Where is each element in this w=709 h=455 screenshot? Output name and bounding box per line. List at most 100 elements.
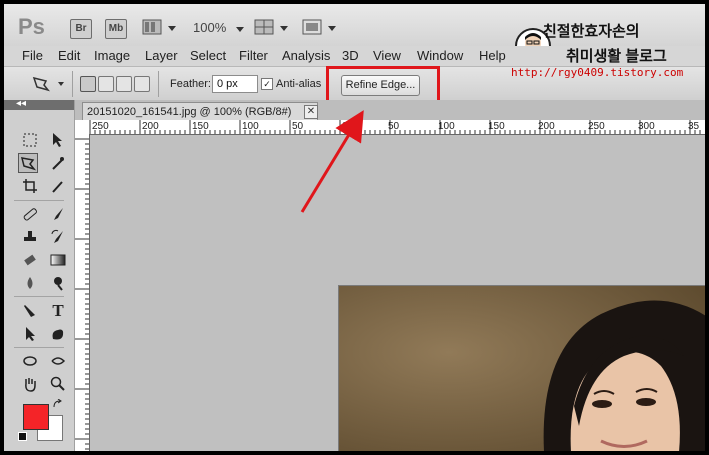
dodge-tool[interactable] <box>48 273 68 293</box>
screen-mode-button[interactable] <box>302 18 338 38</box>
move-icon <box>53 133 62 147</box>
menu-file[interactable]: File <box>22 48 43 63</box>
antialias-checkbox[interactable]: ✓ <box>261 78 273 90</box>
zoom-value: 100% <box>193 20 227 35</box>
subtract-from-selection-button[interactable] <box>116 76 132 92</box>
dodge-icon <box>54 277 63 291</box>
crop-tool[interactable] <box>20 176 40 196</box>
refine-edge-highlight <box>326 66 440 103</box>
clone-stamp-tool[interactable] <box>20 227 40 247</box>
path-arrow-icon <box>26 327 35 341</box>
move-tool[interactable] <box>48 130 68 150</box>
lasso-tool[interactable] <box>18 153 38 173</box>
menu-window[interactable]: Window <box>417 48 463 63</box>
photoshop-logo: Ps <box>18 14 45 39</box>
zoom-tool[interactable] <box>48 374 68 394</box>
magic-wand-icon <box>52 157 64 170</box>
blur-tool[interactable] <box>20 273 40 293</box>
arrange-documents-button[interactable] <box>254 18 290 38</box>
hand-tool[interactable] <box>20 374 40 394</box>
gradient-tool[interactable] <box>48 250 68 270</box>
shape-icon <box>52 329 64 340</box>
quick-selection-tool[interactable] <box>48 153 68 173</box>
eyedropper-tool[interactable] <box>48 176 68 196</box>
ruler-label: 0 <box>342 121 348 132</box>
document-tab[interactable]: 20151020_161541.jpg @ 100% (RGB/8#) ✕ <box>82 102 318 120</box>
swap-colors-icon[interactable] <box>53 396 63 414</box>
portrait-photo[interactable] <box>338 285 705 451</box>
divider <box>14 347 64 348</box>
menu-analysis[interactable]: Analysis <box>282 48 330 63</box>
tools-panel: ◂◂ T <box>4 98 75 451</box>
screen-mode-icon <box>302 19 336 35</box>
photoshop-window: Ps Br Mb 100% 친절한효자손의 File Edit Image La… <box>4 4 705 451</box>
history-brush-tool[interactable] <box>48 227 68 247</box>
healing-brush-tool[interactable] <box>20 204 40 224</box>
menu-edit[interactable]: Edit <box>58 48 80 63</box>
default-colors-icon[interactable] <box>18 432 27 441</box>
portrait-image <box>339 286 705 451</box>
new-selection-button[interactable] <box>80 76 96 92</box>
blog-name-line2: 취미생활 블로그 <box>566 48 667 65</box>
view-extras-button[interactable] <box>142 18 178 38</box>
ruler-label: 300 <box>638 121 655 132</box>
menu-view[interactable]: View <box>373 48 401 63</box>
eyedropper-icon <box>52 181 63 193</box>
type-icon: T <box>52 301 64 320</box>
bridge-button[interactable]: Br <box>70 19 92 39</box>
document-tab-bar: 20151020_161541.jpg @ 100% (RGB/8#) ✕ <box>75 100 705 120</box>
add-to-selection-button[interactable] <box>98 76 114 92</box>
feather-input[interactable]: 0 px <box>212 75 258 93</box>
custom-shape-tool[interactable] <box>48 324 68 344</box>
foreground-color-swatch[interactable] <box>23 404 49 430</box>
3d-rotate-tool[interactable] <box>20 351 40 371</box>
ruler-label: 35 <box>688 121 700 132</box>
gradient-icon <box>50 254 66 266</box>
pen-tool[interactable] <box>20 301 40 321</box>
blog-name-line1: 친절한효자손의 <box>543 23 640 40</box>
polygonal-lasso-icon <box>32 76 64 92</box>
mini-bridge-button[interactable]: Mb <box>105 19 127 39</box>
chevron-down-icon <box>235 27 244 32</box>
droplet-icon <box>27 277 33 289</box>
polygonal-lasso-icon <box>20 157 36 171</box>
arrange-documents-icon <box>254 19 288 35</box>
vertical-ruler[interactable] <box>75 134 90 451</box>
ruler-label: 250 <box>588 121 605 132</box>
document-tab-title: 20151020_161541.jpg @ 100% (RGB/8#) <box>87 106 292 118</box>
tools-panel-header[interactable]: ◂◂ <box>4 98 74 110</box>
ruler-label: 200 <box>142 121 159 132</box>
ruler-label: 250 <box>92 121 109 132</box>
path-selection-tool[interactable] <box>20 324 40 344</box>
menu-help[interactable]: Help <box>479 48 506 63</box>
marquee-icon <box>23 133 37 147</box>
menu-3d[interactable]: 3D <box>342 48 359 63</box>
options-bar: Feather: 0 px ✓ Anti-alias Refine Edge..… <box>4 66 705 103</box>
intersect-selection-button[interactable] <box>134 76 150 92</box>
divider <box>158 71 159 97</box>
zoom-level[interactable]: 100% <box>193 20 244 35</box>
menu-layer[interactable]: Layer <box>145 48 178 63</box>
3d-orbit-tool[interactable] <box>48 351 68 371</box>
menu-select[interactable]: Select <box>190 48 226 63</box>
marquee-tool[interactable] <box>20 130 40 150</box>
bandage-icon <box>23 208 37 221</box>
divider <box>72 71 73 97</box>
close-icon[interactable]: ✕ <box>304 105 318 119</box>
eraser-tool[interactable] <box>20 250 40 270</box>
ruler-label: 50 <box>292 121 304 132</box>
brush-tool[interactable] <box>48 204 68 224</box>
hand-icon <box>25 378 36 392</box>
eraser-icon <box>24 254 36 266</box>
application-bar: Ps Br Mb 100% 친절한효자손의 <box>4 4 705 64</box>
ruler-label: 150 <box>192 121 209 132</box>
ruler-label: 50 <box>388 121 400 132</box>
tool-preset-picker[interactable] <box>32 75 68 98</box>
blog-url: http://rgy0409.tistory.com <box>511 66 684 79</box>
horizontal-ruler[interactable]: 250 200 150 100 50 0 50 100 150 200 250 … <box>85 120 705 135</box>
menu-image[interactable]: Image <box>94 48 130 63</box>
view-extras-icon <box>142 19 176 35</box>
menu-filter[interactable]: Filter <box>239 48 268 63</box>
ruler-label: 150 <box>488 121 505 132</box>
type-tool[interactable]: T <box>48 301 68 321</box>
